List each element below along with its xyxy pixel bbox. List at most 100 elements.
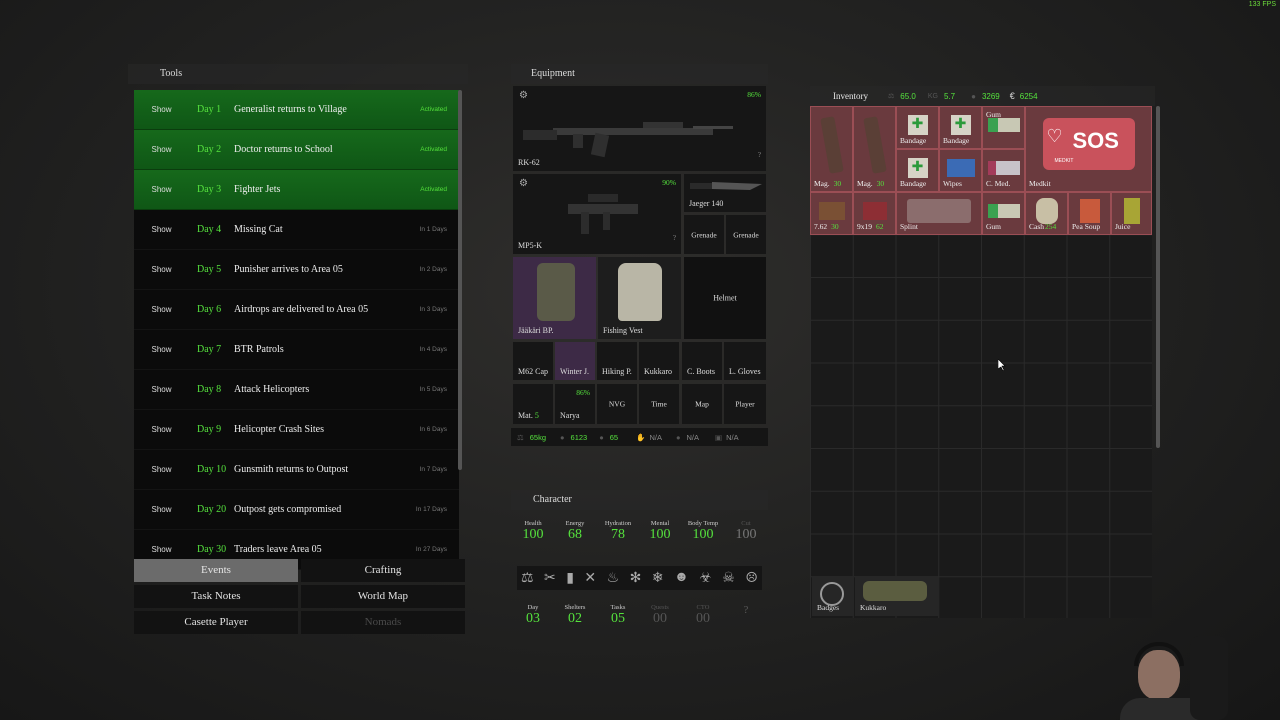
event-row[interactable]: Show Day 20 Outpost gets compromised In 17 … <box>134 490 459 530</box>
grenade-slot-2[interactable]: Grenade <box>726 215 766 254</box>
tab-crafting[interactable]: Crafting <box>301 559 465 582</box>
event-status: Activated <box>420 106 447 113</box>
narya-slot[interactable]: 86% Narya <box>555 384 595 424</box>
grenade-slot-1[interactable]: Grenade <box>684 215 724 254</box>
event-row[interactable]: Show Day 4 Missing Cat In 1 Days <box>134 210 459 250</box>
event-row[interactable]: Show Day 10 Gunsmith returns to Outpost In … <box>134 450 459 490</box>
ammo-9x19-item[interactable]: 9x19 62 <box>853 192 896 235</box>
secondary-weapon-slot[interactable]: ⚙ 90% ? MP5-K <box>513 174 681 254</box>
event-name: Missing Cat <box>234 224 283 235</box>
event-name: Attack Helicopters <box>234 384 310 395</box>
splint-item[interactable]: Splint <box>896 192 982 235</box>
rifle-icon <box>523 122 733 158</box>
mag-item-2[interactable]: Mag. 30 <box>853 106 896 192</box>
inventory-header: Inventory ⚖ 65.0 KG 5.7 ● 3269 € 6254 <box>810 86 1155 106</box>
time-slot[interactable]: Time <box>639 384 679 424</box>
helmet-slot[interactable]: Helmet <box>684 257 766 339</box>
bandage-item-1[interactable]: ✚ Bandage <box>896 106 939 149</box>
gloves-slot[interactable]: L. Gloves <box>724 342 766 380</box>
event-row[interactable]: Show Day 5 Punisher arrives to Area 05 In 2… <box>134 250 459 290</box>
cmed-item[interactable]: C. Med. <box>982 149 1025 192</box>
event-show-button[interactable]: Show <box>134 225 189 234</box>
pea-soup-item[interactable]: Pea Soup <box>1068 192 1111 235</box>
juice-icon <box>1123 198 1140 225</box>
stat-mental: Mental 100 <box>649 520 671 542</box>
kukkaro-slot[interactable]: Kukkaro <box>639 342 679 380</box>
mag-item-1[interactable]: Mag. 30 <box>810 106 853 192</box>
backpack-slot[interactable]: Jääkäri BP. <box>513 257 596 339</box>
vest-slot[interactable]: Fishing Vest <box>598 257 681 339</box>
tab-events[interactable]: Events <box>134 559 298 582</box>
bandage-icon: ✚ <box>950 115 971 136</box>
tab-world-map[interactable]: World Map <box>301 585 465 608</box>
events-scrollbar[interactable] <box>458 90 462 470</box>
tools-title: Tools <box>128 64 468 84</box>
bandage-item-2[interactable]: ✚ Bandage <box>939 106 982 149</box>
counter-quests: Quests 00 <box>651 604 669 626</box>
event-show-button[interactable]: Show <box>134 505 189 514</box>
gum-item-1[interactable]: Gum <box>982 106 1025 149</box>
pants-slot[interactable]: Hiking P. <box>597 342 637 380</box>
weight-icon: ⚖ <box>521 570 534 586</box>
secondary-info-icon[interactable]: ? <box>673 234 676 242</box>
character-title: Character <box>511 490 768 510</box>
nvg-slot[interactable]: NVG <box>597 384 637 424</box>
event-show-button[interactable]: Show <box>134 345 189 354</box>
na-value-2: N/A <box>686 432 699 442</box>
event-name: Generalist returns to Village <box>234 104 347 115</box>
na-value-1: N/A <box>649 432 662 442</box>
gum-item-2[interactable]: Gum <box>982 192 1025 235</box>
events-list[interactable]: Show Day 1 Generalist returns to Village Ac… <box>134 90 459 574</box>
event-show-button[interactable]: Show <box>134 465 189 474</box>
badges-slot[interactable]: Badges <box>812 576 854 616</box>
event-row[interactable]: Show Day 1 Generalist returns to Village Ac… <box>134 90 459 130</box>
primary-weapon-slot[interactable]: ⚙ 86% ? RK-62 <box>513 86 766 171</box>
inventory-grid[interactable]: Mag. 30 Mag. 30 ✚ Bandage ✚ Bandage Gum SO… <box>810 106 1152 618</box>
event-show-button[interactable]: Show <box>134 265 189 274</box>
event-row[interactable]: Show Day 8 Attack Helicopters In 5 Days <box>134 370 459 410</box>
event-show-button[interactable]: Show <box>134 105 189 114</box>
event-show-button[interactable]: Show <box>134 185 189 194</box>
gear-icon[interactable]: ⚙ <box>519 178 528 189</box>
headphones-icon <box>1134 642 1184 666</box>
mask-icon: ☻ <box>674 570 689 585</box>
ammo-762-item[interactable]: 7.62 30 <box>810 192 853 235</box>
smg-icon <box>568 194 638 234</box>
player-slot[interactable]: Player <box>724 384 766 424</box>
boots-slot[interactable]: C. Boots <box>682 342 722 380</box>
jacket-slot[interactable]: Winter J. <box>555 342 595 380</box>
grenade-label-2: Grenade <box>733 230 759 239</box>
knife-slot[interactable]: Jaeger 140 <box>684 174 766 212</box>
event-show-button[interactable]: Show <box>134 145 189 154</box>
event-day: Day 10 <box>197 464 227 475</box>
medkit-item[interactable]: SOS ♡ MEDKIT Medkit <box>1025 106 1152 192</box>
cash-item[interactable]: Cash254 <box>1025 192 1068 235</box>
event-show-button[interactable]: Show <box>134 385 189 394</box>
inventory-scrollbar[interactable] <box>1156 106 1160 448</box>
narya-label: Narya <box>560 411 580 420</box>
cap-slot[interactable]: M62 Cap <box>513 342 553 380</box>
map-slot[interactable]: Map <box>682 384 722 424</box>
gear-icon[interactable]: ⚙ <box>519 90 528 101</box>
event-row[interactable]: Show Day 6 Airdrops are delivered to Area … <box>134 290 459 330</box>
vest-name: Fishing Vest <box>603 326 643 335</box>
event-row[interactable]: Show Day 2 Doctor returns to School Activat… <box>134 130 459 170</box>
tab-casette-player[interactable]: Casette Player <box>134 611 298 634</box>
primary-info-icon[interactable]: ? <box>758 151 761 159</box>
tab-task-notes[interactable]: Task Notes <box>134 585 298 608</box>
mat-slot[interactable]: Mat. 5 <box>513 384 553 424</box>
wipes-item[interactable]: Wipes <box>939 149 982 192</box>
event-row[interactable]: Show Day 7 BTR Patrols In 4 Days <box>134 330 459 370</box>
event-show-button[interactable]: Show <box>134 425 189 434</box>
event-show-button[interactable]: Show <box>134 545 189 554</box>
event-row[interactable]: Show Day 3 Fighter Jets Activated <box>134 170 459 210</box>
event-status: In 5 Days <box>419 386 447 393</box>
bandage-item-3[interactable]: ✚ Bandage <box>896 149 939 192</box>
euro-icon: € <box>1009 91 1015 101</box>
kukkaro-inventory-slot[interactable]: Kukkaro <box>855 576 938 616</box>
secondary-weapon-name: MP5-K <box>518 241 543 250</box>
stat-body-temp: Body Temp 100 <box>687 520 719 542</box>
event-row[interactable]: Show Day 9 Helicopter Crash Sites In 6 Days <box>134 410 459 450</box>
juice-item[interactable]: Juice <box>1111 192 1152 235</box>
event-show-button[interactable]: Show <box>134 305 189 314</box>
